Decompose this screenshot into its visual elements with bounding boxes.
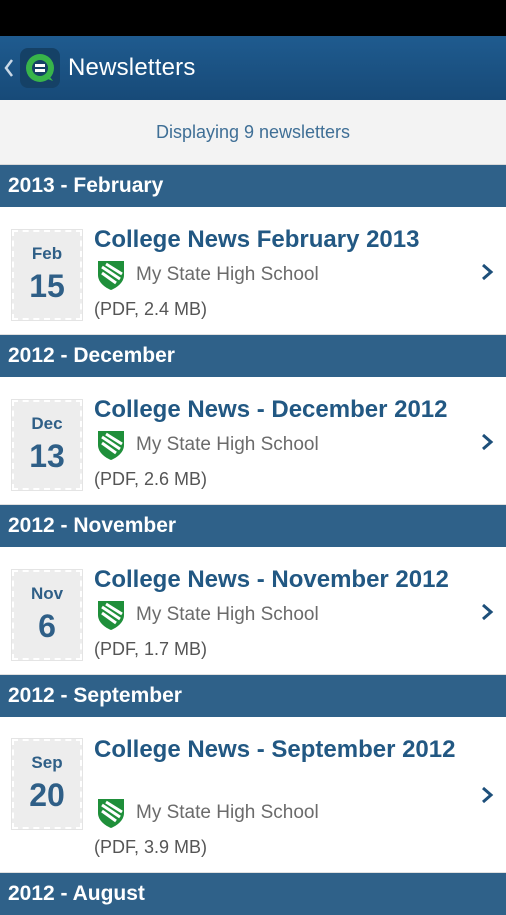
group-header: 2013 - February <box>0 165 506 207</box>
date-day: 13 <box>29 438 65 474</box>
newsletter-title: College News - September 2012 <box>94 736 456 763</box>
school-row: My State High School <box>96 599 319 631</box>
file-info: (PDF, 2.4 MB) <box>94 299 208 319</box>
date-badge: Sep 20 <box>11 738 83 830</box>
group-header: 2012 - December <box>0 335 506 377</box>
date-month: Sep <box>31 753 63 772</box>
shield-icon <box>96 259 126 291</box>
group-header: 2012 - September <box>0 675 506 717</box>
date-badge: Nov 6 <box>11 569 83 661</box>
list-item[interactable]: Feb 15 College News February 2013 My Sta… <box>0 207 506 335</box>
school-name: My State High School <box>136 434 319 455</box>
shield-icon <box>96 599 126 631</box>
date-month: Feb <box>31 244 63 263</box>
date-month: Dec <box>31 414 63 433</box>
page-title: Newsletters <box>68 54 196 81</box>
list-item[interactable]: Sep 20 College News - September 2012 My … <box>0 717 506 873</box>
app-bar: Newsletters <box>0 36 506 100</box>
date-month: Nov <box>30 584 64 603</box>
school-row: My State High School <box>96 429 319 461</box>
group-header: 2012 - August <box>0 873 506 915</box>
back-chevron-icon[interactable] <box>4 58 14 78</box>
file-info: (PDF, 2.6 MB) <box>94 469 208 489</box>
school-name: My State High School <box>136 802 319 823</box>
newsletter-title: College News - December 2012 <box>94 396 448 423</box>
chevron-right-icon[interactable] <box>480 785 494 805</box>
date-day: 6 <box>38 608 56 644</box>
status-bar <box>0 0 506 36</box>
shield-icon <box>96 797 126 829</box>
chevron-right-icon[interactable] <box>480 602 494 622</box>
newsletter-title: College News February 2013 <box>94 226 420 253</box>
chevron-right-icon[interactable] <box>480 262 494 282</box>
file-info: (PDF, 3.9 MB) <box>94 837 208 857</box>
group-header: 2012 - November <box>0 505 506 547</box>
date-day: 20 <box>29 777 65 813</box>
school-row: My State High School <box>96 797 319 829</box>
school-row: My State High School <box>96 259 319 291</box>
newsletter-list: 2013 - February Feb 15 College News Febr… <box>0 165 506 915</box>
chevron-right-icon[interactable] <box>480 432 494 452</box>
date-badge: Dec 13 <box>11 399 83 491</box>
newsletter-title: College News - November 2012 <box>94 566 449 593</box>
school-name: My State High School <box>136 604 319 625</box>
date-badge: Feb 15 <box>11 229 83 321</box>
list-item[interactable]: Dec 13 College News - December 2012 My S… <box>0 377 506 505</box>
date-day: 15 <box>29 268 65 304</box>
shield-icon <box>96 429 126 461</box>
file-info: (PDF, 1.7 MB) <box>94 639 208 659</box>
newsletter-count: Displaying 9 newsletters <box>0 100 506 165</box>
school-name: My State High School <box>136 264 319 285</box>
app-logo-icon[interactable] <box>20 48 60 88</box>
list-item[interactable]: Nov 6 College News - November 2012 My St… <box>0 547 506 675</box>
